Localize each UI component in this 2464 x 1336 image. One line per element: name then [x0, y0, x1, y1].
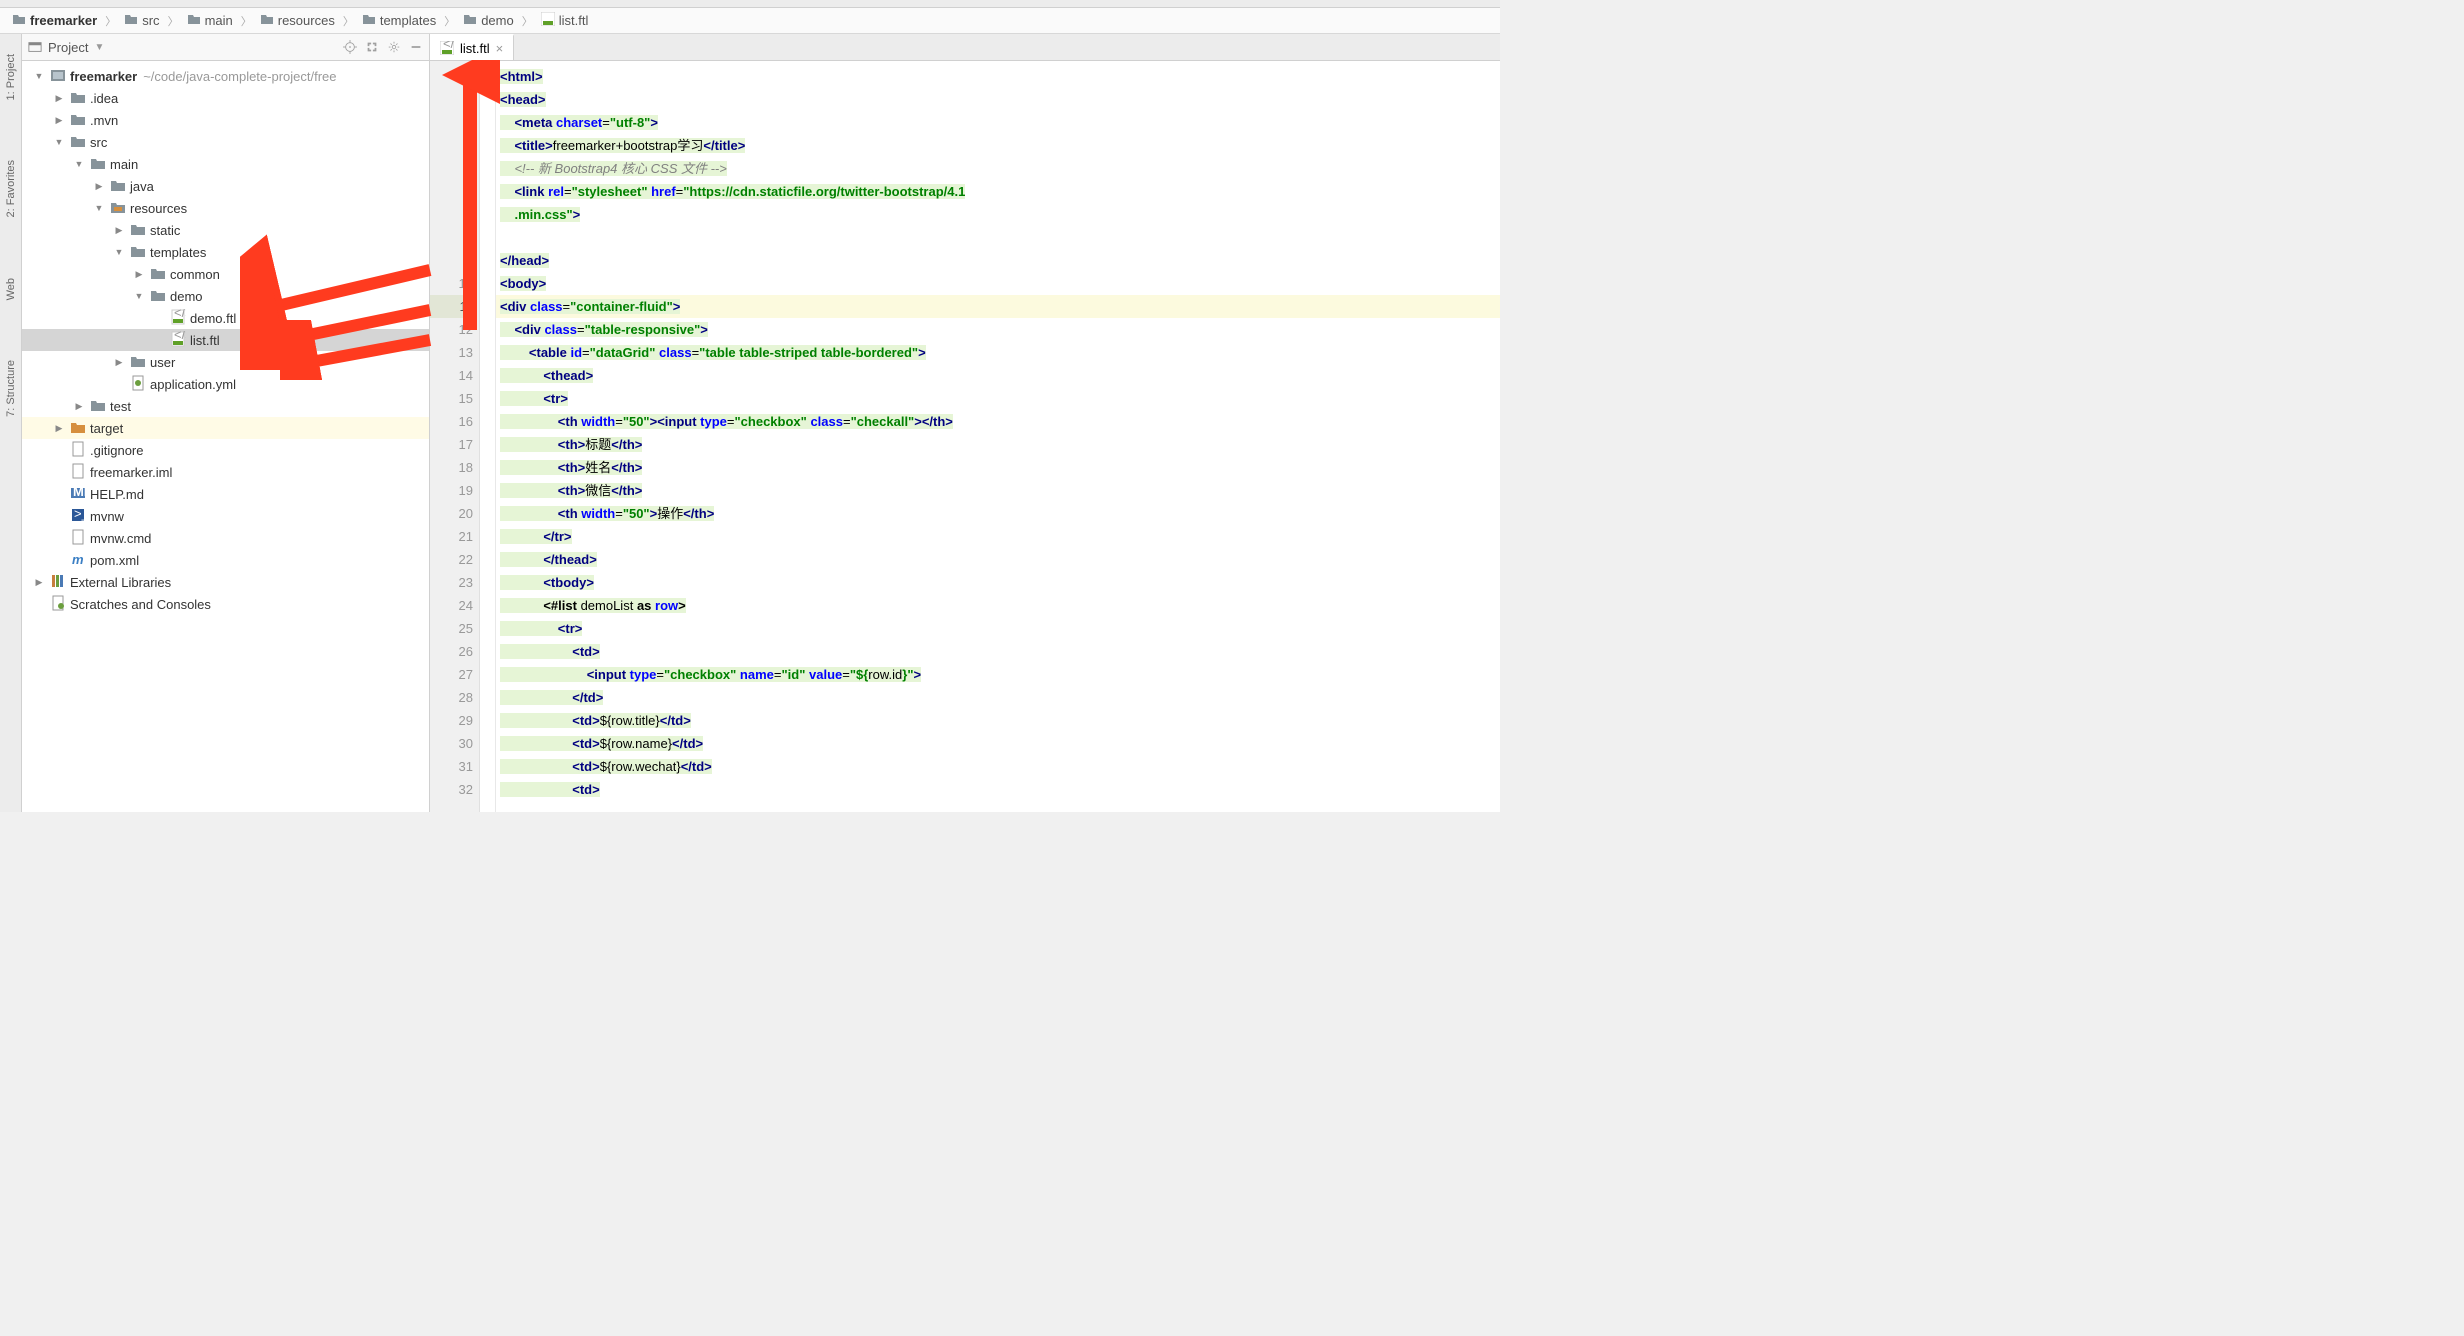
file-icon [70, 441, 86, 460]
tree-node[interactable]: ▶static [22, 219, 429, 241]
md-icon: MD [70, 485, 86, 504]
tree-node[interactable]: ▶common [22, 263, 429, 285]
tree-node[interactable]: ▼freemarker~/code/java-complete-project/… [22, 65, 429, 87]
lib-icon [50, 573, 66, 592]
left-tool-strip: 1: Project 2: Favorites Web 7: Structure [0, 34, 22, 812]
line-gutter: 1234567891011121314151617181920212223242… [430, 61, 480, 812]
ftl-icon: </> [170, 331, 186, 350]
folder-icon [150, 287, 166, 306]
editor-area: </> list.ftl × 1234567891011121314151617… [430, 34, 1500, 812]
tree-node[interactable]: </>list.ftl [22, 329, 429, 351]
tree-node[interactable]: mvnw.cmd [22, 527, 429, 549]
code-content[interactable]: <html><head> <meta charset="utf-8"> <tit… [496, 61, 1500, 812]
breadcrumb-item[interactable]: main [183, 10, 237, 31]
svg-text:</>: </> [174, 331, 186, 342]
module-icon [50, 67, 66, 86]
breadcrumb-item[interactable]: demo [459, 10, 518, 31]
project-tree[interactable]: ▼freemarker~/code/java-complete-project/… [22, 61, 429, 812]
tree-node[interactable]: .gitignore [22, 439, 429, 461]
tree-node[interactable]: MDHELP.md [22, 483, 429, 505]
svg-text:m: m [72, 552, 84, 567]
tab-label: list.ftl [460, 41, 490, 56]
breadcrumb-item[interactable]: src [120, 10, 163, 31]
folder-icon [130, 353, 146, 372]
file-icon [70, 463, 86, 482]
toolbar [0, 0, 1500, 8]
folder-icon [70, 133, 86, 152]
folder-icon [110, 177, 126, 196]
close-icon[interactable]: × [496, 41, 504, 56]
hide-icon[interactable] [409, 40, 423, 54]
ftl-icon: </> [170, 309, 186, 328]
tool-window-button[interactable]: 7: Structure [5, 360, 17, 417]
folder-icon [90, 155, 106, 174]
tree-node[interactable]: >_mvnw [22, 505, 429, 527]
sh-icon: >_ [70, 507, 86, 526]
tool-window-button[interactable]: 2: Favorites [5, 160, 17, 217]
tree-node[interactable]: ▼main [22, 153, 429, 175]
project-icon [28, 40, 42, 54]
gear-icon[interactable] [387, 40, 401, 54]
svg-text:MD: MD [73, 485, 86, 499]
folder-icon [70, 111, 86, 130]
project-panel-header: Project ▼ [22, 34, 429, 61]
tool-window-button[interactable]: Web [5, 278, 17, 300]
folder-icon [130, 243, 146, 262]
tree-node[interactable]: ▶user [22, 351, 429, 373]
ftl-icon: </> [440, 41, 454, 55]
tab-list-ftl[interactable]: </> list.ftl × [430, 34, 514, 60]
editor-tabs: </> list.ftl × [430, 34, 1500, 61]
tree-node[interactable]: ▼resources [22, 197, 429, 219]
breadcrumb-item[interactable]: resources [256, 10, 339, 31]
collapse-icon[interactable] [365, 40, 379, 54]
folder-icon [90, 397, 106, 416]
fold-column [480, 61, 496, 812]
panel-title: Project [48, 40, 88, 55]
tree-node[interactable]: ▶.mvn [22, 109, 429, 131]
tree-node[interactable]: ▶java [22, 175, 429, 197]
tree-node[interactable]: ▶test [22, 395, 429, 417]
tree-node[interactable]: freemarker.iml [22, 461, 429, 483]
tool-window-button[interactable]: 1: Project [5, 54, 17, 100]
folder-icon [130, 221, 146, 240]
tree-node[interactable]: Scratches and Consoles [22, 593, 429, 615]
folder-icon [150, 265, 166, 284]
tree-node[interactable]: </>demo.ftl [22, 307, 429, 329]
tree-node[interactable]: ▼templates [22, 241, 429, 263]
svg-text:</>: </> [174, 309, 186, 320]
scratch-icon [50, 595, 66, 614]
tree-node[interactable]: ▶External Libraries [22, 571, 429, 593]
tree-node[interactable]: ▶target [22, 417, 429, 439]
folder-icon [70, 89, 86, 108]
yml-icon [130, 375, 146, 394]
tree-node[interactable]: ▶.idea [22, 87, 429, 109]
file-icon [70, 529, 86, 548]
tree-node[interactable]: ▼demo [22, 285, 429, 307]
svg-text:>_: >_ [74, 507, 86, 521]
breadcrumb-item[interactable]: list.ftl [537, 10, 593, 31]
tree-node[interactable]: mpom.xml [22, 549, 429, 571]
svg-text:</>: </> [443, 41, 454, 51]
folder-o-icon [70, 419, 86, 438]
locate-icon[interactable] [343, 40, 357, 54]
resources-icon [110, 199, 126, 218]
tree-node[interactable]: ▼src [22, 131, 429, 153]
breadcrumb-bar: freemarker〉src〉main〉resources〉templates〉… [0, 8, 1500, 34]
maven-icon: m [70, 551, 86, 570]
project-panel: Project ▼ ▼freemarker~/code/java-complet… [22, 34, 430, 812]
tree-node[interactable]: application.yml [22, 373, 429, 395]
code-editor[interactable]: 1234567891011121314151617181920212223242… [430, 61, 1500, 812]
breadcrumb-item[interactable]: freemarker [8, 10, 101, 31]
breadcrumb-item[interactable]: templates [358, 10, 440, 31]
